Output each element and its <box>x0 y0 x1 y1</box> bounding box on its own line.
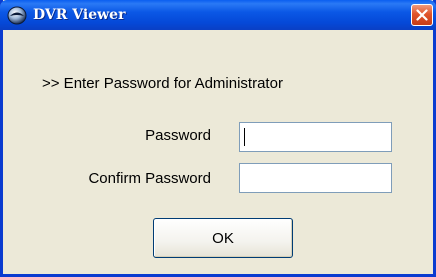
password-label: Password <box>145 127 211 144</box>
confirm-password-input[interactable] <box>239 163 392 193</box>
dvr-viewer-window: DVR Viewer >> Enter Password for Adminis… <box>0 0 436 277</box>
password-prompt: >> Enter Password for Administrator <box>42 75 283 92</box>
ok-button[interactable]: OK <box>153 218 293 258</box>
close-button[interactable] <box>411 4 433 26</box>
text-caret <box>244 128 245 146</box>
window-title: DVR Viewer <box>33 7 126 23</box>
confirm-password-label: Confirm Password <box>88 170 211 187</box>
close-icon <box>416 9 428 21</box>
dvr-app-icon <box>7 6 27 25</box>
password-input[interactable] <box>239 122 392 152</box>
title-bar[interactable]: DVR Viewer <box>0 0 436 30</box>
